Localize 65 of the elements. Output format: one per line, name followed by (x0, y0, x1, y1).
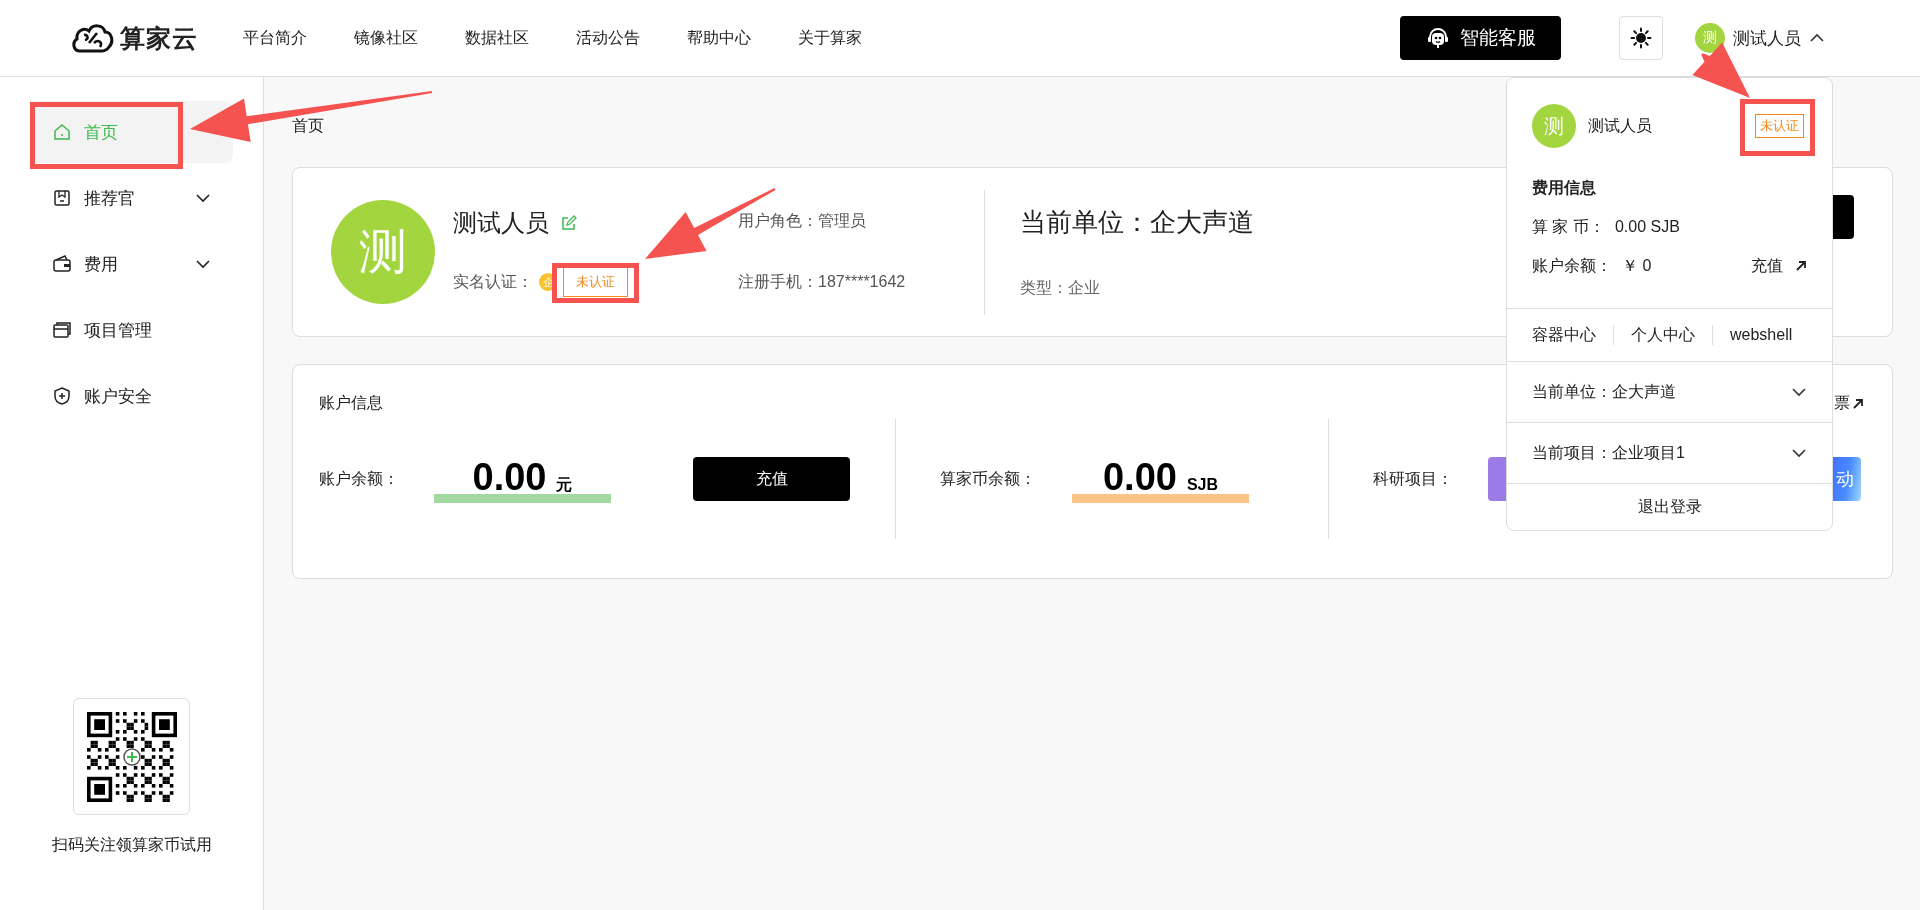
invoice-link[interactable]: 票 (1834, 393, 1864, 414)
current-unit: 当前单位：企大声道 (1020, 206, 1254, 239)
amount-value: 0.00 (472, 460, 547, 494)
section-title: 账户信息 (319, 393, 383, 413)
chevron-icon (1791, 448, 1807, 458)
coin-balance: 0.00 SJB (1614, 218, 1681, 236)
nav-link[interactable]: 平台简介 (243, 27, 307, 49)
menu-link[interactable]: 个人中心 (1631, 324, 1695, 346)
field-label: 科研项目： (1373, 468, 1454, 489)
nav-link[interactable]: 镜像社区 (354, 27, 418, 49)
sun-icon (1630, 27, 1652, 49)
selector-dropdown[interactable]: 当前项目：企业项目1 (1507, 422, 1832, 483)
verify-label: 实名认证： (453, 271, 533, 292)
amount-unit: SJB (1186, 477, 1219, 493)
sidebar-item[interactable]: 账户安全 (30, 365, 233, 427)
user-avatar: 测 (1532, 104, 1576, 148)
sidebar-item[interactable]: 推荐官 (30, 167, 233, 229)
field-label: 算家币余额： (940, 468, 1037, 489)
user-name: 测试人员 (1588, 115, 1653, 136)
selector-dropdown[interactable]: 当前单位：企大声道 (1507, 361, 1832, 422)
support-button[interactable]: 智能客服 (1400, 16, 1561, 60)
shield-icon (52, 386, 72, 406)
edit-icon (561, 215, 577, 231)
menu-link[interactable]: 容器中心 (1532, 324, 1596, 346)
user-name: 测试人员 (453, 208, 549, 238)
nav-link[interactable]: 帮助中心 (687, 27, 751, 49)
breadcrumb: 首页 (292, 116, 324, 136)
sidebar-item[interactable]: 项目管理 (30, 299, 233, 361)
arrow-icon (1795, 260, 1807, 272)
sidebar-item[interactable]: 费用 (30, 233, 233, 295)
unit-type: 类型：企业 (1020, 278, 1101, 298)
status-tag: 未认证 (1755, 114, 1804, 138)
logo-icon (70, 21, 114, 55)
arrow-icon (1852, 397, 1864, 410)
logout-button[interactable]: 退出登录 (1507, 483, 1832, 530)
field-label: 账户余额： (1532, 255, 1612, 276)
window-stack-icon (52, 320, 72, 340)
recharge-button[interactable]: 充值 (693, 457, 850, 501)
recharge-link[interactable]: 充值 (1751, 255, 1807, 277)
home-icon (52, 122, 72, 142)
profile-avatar: 测 (331, 200, 435, 304)
nav-link[interactable]: 数据社区 (465, 27, 529, 49)
user-avatar: 测 (1695, 23, 1725, 53)
chevron-icon (195, 193, 211, 203)
bookmark-icon (52, 188, 72, 208)
chevron-icon (1809, 33, 1825, 43)
nav-link[interactable]: 活动公告 (576, 27, 640, 49)
nav-link[interactable]: 关于算家 (798, 27, 862, 49)
field-label: 账户余额： (319, 468, 400, 489)
chevron-icon (195, 259, 211, 269)
amount-unit: 元 (556, 477, 573, 493)
field-label: 算 家 币： (1532, 216, 1605, 237)
headset-icon (1425, 26, 1450, 50)
account-balance: ￥ 0 (1622, 255, 1653, 276)
wallet-icon (52, 254, 72, 274)
logo-text: 算家云 (120, 22, 198, 54)
phone-number: 注册手机：187****1642 (738, 272, 907, 292)
chevron-icon (1791, 387, 1807, 397)
user-role: 用户角色：管理员 (738, 211, 867, 231)
status-tag: 未认证 (563, 267, 628, 297)
theme-toggle-button[interactable] (1619, 16, 1663, 60)
qr-caption: 扫码关注领算家币试用 (51, 835, 212, 855)
menu-link[interactable]: webshell (1730, 326, 1793, 344)
section-title: 费用信息 (1532, 178, 1597, 198)
amount-value: 0.00 (1102, 460, 1177, 494)
